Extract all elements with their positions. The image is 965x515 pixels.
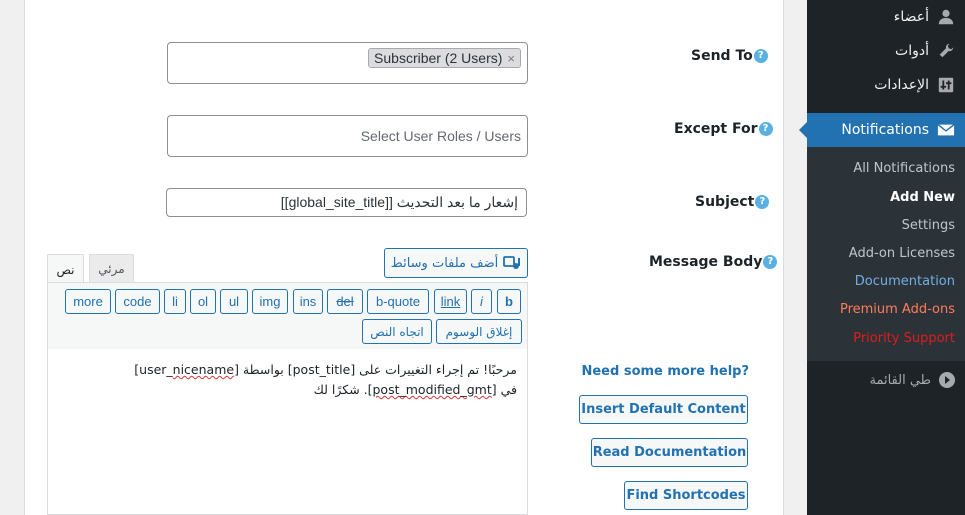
add-media-button[interactable]: أضف ملفات وسائط [384, 248, 528, 278]
except-for-select[interactable]: Select User Roles / Users [167, 115, 528, 157]
qt-li-button[interactable]: li [164, 289, 186, 314]
submenu-premium-addons[interactable]: Premium Add-ons [840, 302, 955, 317]
help-icon[interactable]: ? [753, 49, 768, 63]
editor-content-line: مرحبًا! تم إجراء التغييرات على [post_tit… [134, 362, 517, 377]
help-icon[interactable]: ? [763, 255, 778, 269]
qt-ins-button[interactable]: ins [293, 289, 323, 314]
help-icon[interactable]: ? [755, 195, 770, 209]
qt-close-tags-button[interactable]: إغلاق الوسوم [436, 319, 522, 344]
media-icon [503, 256, 521, 269]
message-body-textarea[interactable]: مرحبًا! تم إجراء التغييرات على [post_tit… [47, 349, 528, 515]
sidebar-item-settings[interactable]: الإعدادات [807, 68, 965, 102]
admin-sidebar: أعضاء أدوات الإعدادات Notifications All … [799, 0, 965, 515]
selected-tag: Subscriber (2 Users) × [368, 48, 521, 68]
message-body-label: Message Body? [649, 254, 778, 270]
tab-text[interactable]: نص [47, 254, 84, 284]
read-documentation-button[interactable]: Read Documentation [591, 438, 748, 467]
users-icon [938, 9, 954, 25]
help-heading: Need some more help? [581, 364, 749, 379]
sidebar-item-label: أدوات [895, 43, 929, 59]
submenu-all-notifications[interactable]: All Notifications [853, 161, 955, 176]
collapse-arrow-icon [939, 372, 955, 388]
qt-text-direction-button[interactable]: اتجاه النص [362, 319, 432, 344]
qt-code-button[interactable]: code [115, 289, 160, 314]
notifications-submenu: All Notifications Add New Settings Add-o… [807, 147, 965, 361]
qt-ol-button[interactable]: ol [190, 289, 216, 314]
except-for-label: Except For? [674, 121, 773, 137]
subject-label: Subject? [695, 194, 770, 210]
subject-input[interactable] [166, 188, 527, 217]
tag-label: Subscriber (2 Users) [374, 50, 503, 66]
envelope-icon [937, 124, 955, 136]
add-media-label: أضف ملفات وسائط [390, 255, 499, 271]
qt-img-button[interactable]: img [252, 289, 288, 314]
collapse-menu-button[interactable]: طي القائمة [869, 372, 955, 388]
sidebar-item-label: Notifications [841, 122, 929, 138]
collapse-menu-label: طي القائمة [869, 372, 931, 388]
sidebar-item-label: الإعدادات [874, 77, 929, 93]
wrench-icon [939, 43, 954, 58]
submenu-priority-support[interactable]: Priority Support [853, 331, 955, 346]
qt-ul-button[interactable]: ul [220, 289, 248, 314]
qt-del-button[interactable]: del [327, 289, 363, 314]
qt-link-button[interactable]: link [434, 289, 467, 314]
submenu-settings[interactable]: Settings [902, 218, 955, 233]
qt-more-button[interactable]: more [65, 289, 111, 314]
find-shortcodes-button[interactable]: Find Shortcodes [624, 481, 748, 510]
except-for-placeholder: Select User Roles / Users [360, 128, 521, 144]
sidebar-item-label: أعضاء [893, 9, 929, 25]
send-to-select[interactable]: Subscriber (2 Users) × [167, 42, 528, 84]
editor-content-line: في [post_modified_gmt]. شكرًا لك [313, 382, 517, 397]
tag-remove-icon[interactable]: × [507, 51, 515, 66]
settings-icon [938, 77, 954, 93]
sidebar-item-users[interactable]: أعضاء [807, 0, 965, 34]
sidebar-item-notifications[interactable]: Notifications [799, 113, 965, 147]
sidebar-item-tools[interactable]: أدوات [807, 34, 965, 68]
qt-blockquote-button[interactable]: b-quote [367, 289, 429, 314]
qt-bold-button[interactable]: b [497, 289, 521, 314]
qt-italic-button[interactable]: i [471, 289, 492, 314]
submenu-addon-licenses[interactable]: Add-on Licenses [849, 246, 955, 261]
send-to-label: Send To? [691, 48, 768, 64]
tab-visual[interactable]: مرئي [89, 254, 134, 283]
help-icon[interactable]: ? [758, 122, 773, 136]
submenu-documentation[interactable]: Documentation [855, 274, 955, 289]
insert-default-content-button[interactable]: Insert Default Content [579, 395, 748, 424]
submenu-add-new[interactable]: Add New [890, 190, 955, 205]
